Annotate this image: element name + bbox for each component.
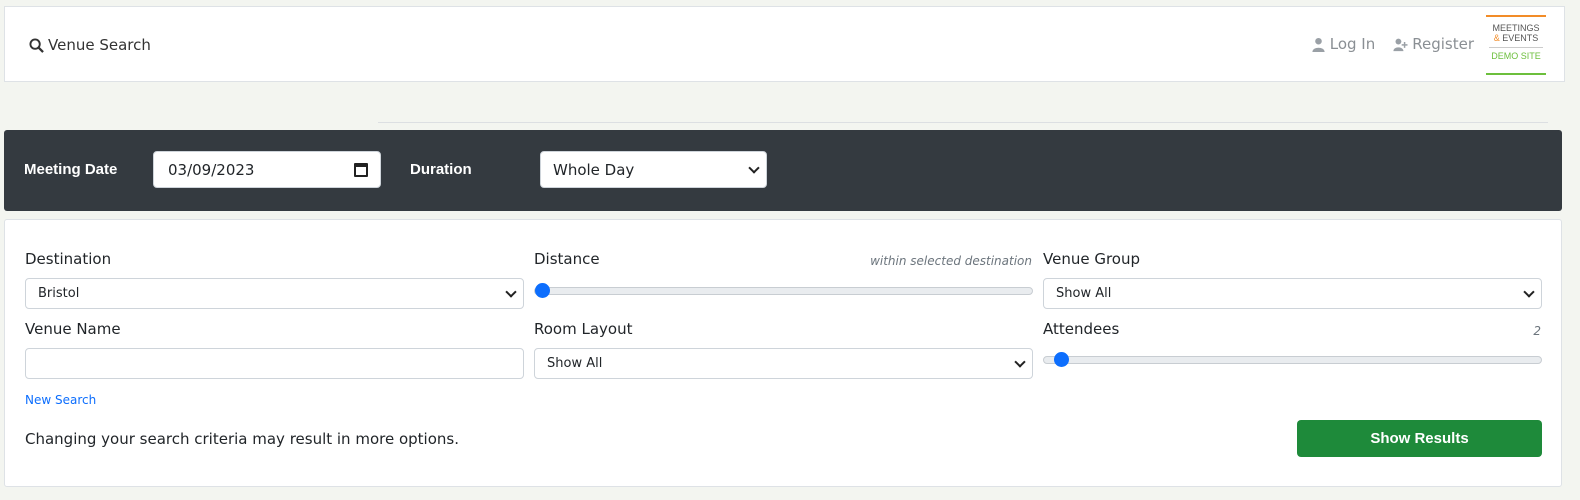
user-icon	[1312, 37, 1325, 52]
distance-slider-track	[534, 287, 1033, 295]
distance-hint: within selected destination	[870, 254, 1032, 268]
attendees-slider-track	[1043, 356, 1542, 364]
date-duration-bar: Meeting Date 03/09/2023 Duration Whole D…	[4, 130, 1562, 211]
venue-group-value: Show All	[1056, 286, 1112, 301]
search-icon	[29, 37, 44, 53]
duration-select[interactable]: Whole Day	[540, 151, 767, 188]
room-layout-select[interactable]: Show All	[534, 348, 1033, 379]
chevron-down-icon	[1014, 355, 1026, 368]
register-label: Register	[1412, 35, 1474, 53]
show-results-button[interactable]: Show Results	[1297, 420, 1542, 457]
destination-label: Destination	[25, 250, 112, 268]
venue-group-label: Venue Group	[1043, 250, 1141, 268]
site-logo[interactable]: MEETINGS & EVENTS DEMO SITE	[1486, 15, 1546, 75]
room-layout-label: Room Layout	[534, 320, 633, 338]
attendees-value: 2	[1533, 324, 1541, 338]
duration-value: Whole Day	[553, 160, 635, 179]
meeting-date-value: 03/09/2023	[168, 160, 255, 179]
logo-line-meetings: MEETINGS	[1492, 23, 1540, 33]
calendar-icon[interactable]	[354, 162, 368, 177]
search-criteria-note: Changing your search criteria may result…	[25, 430, 459, 448]
venue-group-select[interactable]: Show All	[1043, 278, 1542, 309]
logo-line-demo: DEMO SITE	[1491, 51, 1541, 61]
filters-panel: Destination Bristol Distance within sele…	[4, 219, 1562, 487]
meeting-date-input[interactable]: 03/09/2023	[153, 151, 381, 188]
distance-slider-thumb[interactable]	[535, 283, 550, 298]
auth-links: Log In Register	[1311, 35, 1474, 53]
duration-label: Duration	[410, 161, 472, 178]
divider	[378, 122, 1548, 123]
venue-search-label: Venue Search	[48, 36, 151, 54]
venue-name-label: Venue Name	[25, 320, 121, 338]
new-search-link[interactable]: New Search	[25, 393, 96, 407]
venue-name-input[interactable]	[25, 348, 524, 379]
top-header: Venue Search Log In Register MEETINGS & …	[4, 6, 1565, 82]
meeting-date-label: Meeting Date	[24, 161, 118, 178]
destination-value: Bristol	[38, 286, 80, 301]
user-plus-icon	[1393, 38, 1408, 51]
attendees-slider-thumb[interactable]	[1054, 352, 1069, 367]
login-link[interactable]: Log In	[1311, 35, 1376, 53]
distance-label: Distance	[534, 250, 600, 268]
login-label: Log In	[1329, 35, 1376, 53]
logo-line-events: & EVENTS	[1493, 33, 1539, 43]
room-layout-value: Show All	[547, 356, 603, 371]
venue-search-link[interactable]: Venue Search	[29, 35, 151, 55]
chevron-down-icon	[1523, 285, 1535, 298]
chevron-down-icon	[505, 285, 517, 298]
attendees-label: Attendees	[1043, 320, 1120, 338]
attendees-slider[interactable]	[1043, 350, 1542, 370]
chevron-down-icon	[748, 161, 760, 174]
destination-select[interactable]: Bristol	[25, 278, 524, 309]
register-link[interactable]: Register	[1393, 35, 1474, 53]
distance-slider[interactable]	[534, 281, 1033, 301]
logo-separator	[1489, 47, 1543, 48]
